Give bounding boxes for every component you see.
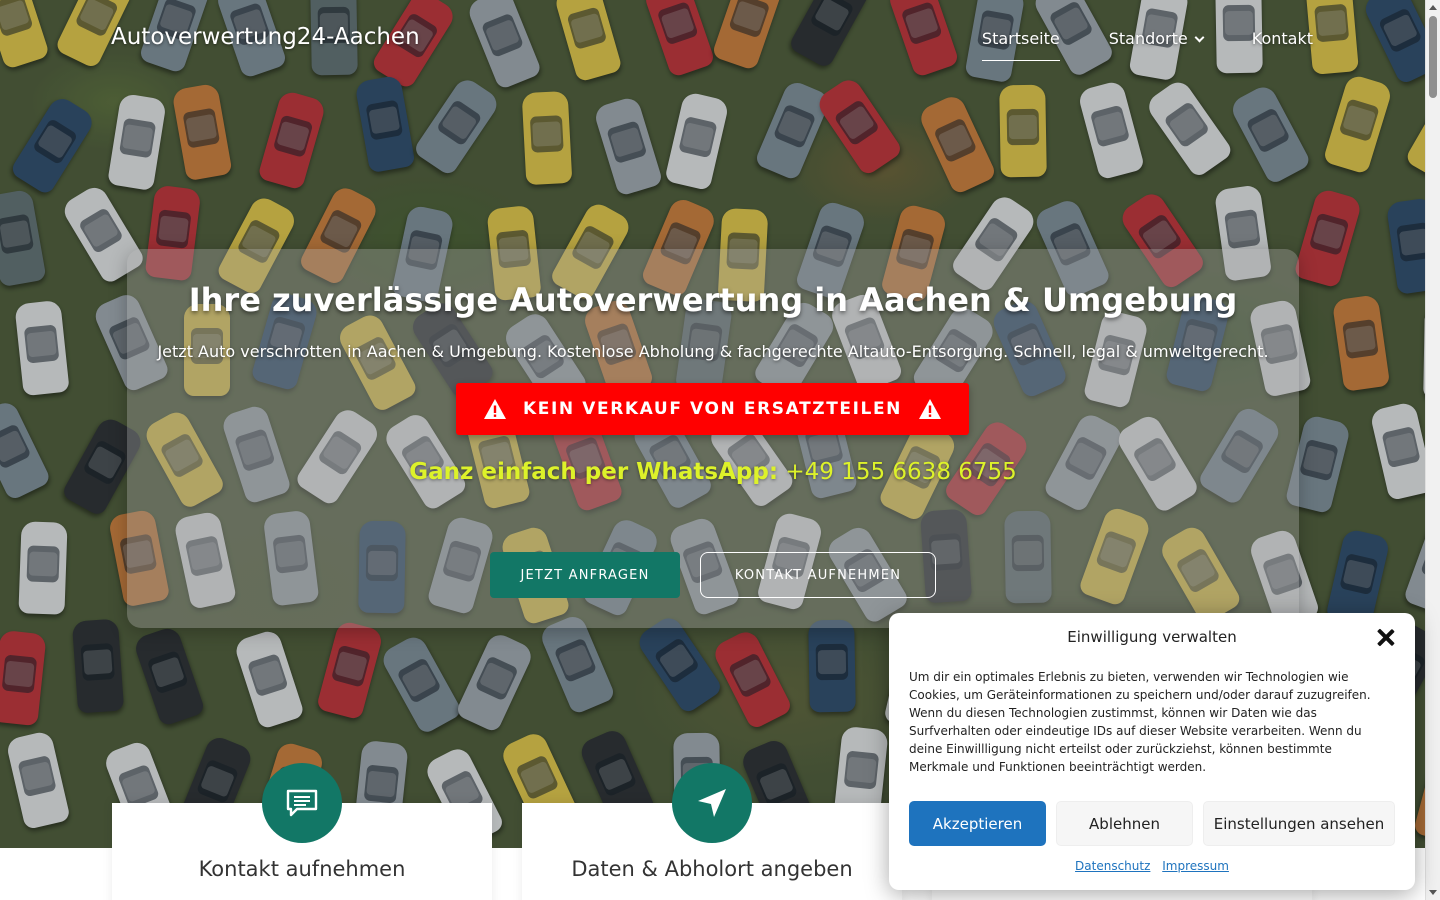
jetzt-anfragen-button[interactable]: JETZT ANFRAGEN (490, 552, 680, 598)
privacy-link[interactable]: Datenschutz (1075, 859, 1150, 873)
scroll-thumb[interactable] (1429, 16, 1437, 98)
page-scrollbar[interactable] (1425, 0, 1440, 900)
step-icon-circle (672, 763, 752, 843)
nav-standorte-label: Standorte (1108, 29, 1188, 48)
message-icon (286, 789, 318, 817)
view-settings-button[interactable]: Einstellungen ansehen (1203, 801, 1395, 846)
kontakt-aufnehmen-button[interactable]: KONTAKT AUFNEHMEN (700, 552, 936, 598)
step-title: Daten & Abholort angeben (571, 857, 853, 881)
warning-text: KEIN VERKAUF VON ERSATZTEILEN (522, 399, 903, 419)
nav-kontakt[interactable]: Kontakt (1252, 28, 1313, 62)
scroll-up-arrow-icon[interactable] (1429, 5, 1437, 10)
cookie-consent-dialog: Einwilligung verwalten Um dir ein optima… (889, 613, 1415, 890)
whatsapp-label: Ganz einfach per WhatsApp: (409, 459, 779, 485)
main-nav: Startseite Standorte Kontakt (981, 28, 1313, 62)
whatsapp-number-link[interactable]: +49 155 6638 6755 (785, 459, 1016, 485)
scroll-down-arrow-icon[interactable] (1429, 890, 1437, 895)
nav-standorte[interactable]: Standorte (1108, 28, 1205, 62)
step-card-daten: Daten & Abholort angeben (522, 763, 902, 900)
warning-triangle-icon (919, 399, 942, 419)
navigation-arrow-icon (698, 789, 726, 817)
imprint-link[interactable]: Impressum (1162, 859, 1229, 873)
whatsapp-line: Ganz einfach per WhatsApp: +49 155 6638 … (127, 459, 1299, 485)
hero-panel: Ihre zuverlässige Autoverwertung in Aach… (127, 249, 1299, 628)
warning-triangle-icon (483, 399, 506, 419)
consent-links: Datenschutz Impressum (889, 859, 1415, 873)
warning-banner: KEIN VERKAUF VON ERSATZTEILEN (456, 383, 969, 435)
deny-button[interactable]: Ablehnen (1056, 801, 1193, 846)
chevron-down-icon (1194, 32, 1205, 43)
hero-title: Ihre zuverlässige Autoverwertung in Aach… (188, 281, 1238, 319)
step-card-kontakt: Kontakt aufnehmen (112, 763, 492, 900)
hero-subtitle: Jetzt Auto verschrotten in Aachen & Umge… (157, 342, 1269, 361)
consent-title: Einwilligung verwalten (1067, 628, 1237, 646)
consent-text: Um dir ein optimales Erlebnis zu bieten,… (909, 670, 1371, 774)
close-icon[interactable] (1377, 628, 1395, 646)
step-icon-circle (262, 763, 342, 843)
nav-startseite[interactable]: Startseite (981, 28, 1060, 62)
accept-button[interactable]: Akzeptieren (909, 801, 1046, 846)
step-title: Kontakt aufnehmen (198, 857, 406, 881)
site-logo-text[interactable]: Autoverwertung24-Aachen (111, 24, 420, 50)
